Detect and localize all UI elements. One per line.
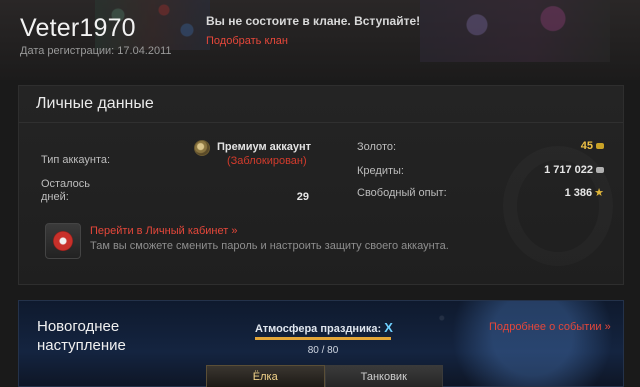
free-xp-label: Свободный опыт: (357, 187, 447, 199)
cabinet-description: Там вы сможете сменить пароль и настроит… (90, 240, 449, 252)
personal-cabinet-link[interactable]: Перейти в Личный кабинет » (90, 225, 237, 237)
progress-count: 80 / 80 (307, 345, 339, 356)
days-left-value: 29 (296, 191, 309, 203)
gold-label: Золото: (357, 141, 397, 153)
profile-header: Veter1970 Дата регистрации: 17.04.2011 В… (0, 0, 640, 80)
free-xp-value-wrap: 1 386 ★ (499, 186, 604, 199)
clan-message: Вы не состоите в клане. Вступайте! (206, 14, 421, 28)
find-clan-link[interactable]: Подобрать клан (206, 35, 288, 47)
atmosphere-level: X (384, 320, 393, 335)
atmosphere-label-wrap: Атмосфера праздника: X (255, 320, 393, 335)
atmosphere-label: Атмосфера праздника: (255, 323, 382, 335)
account-status: (Заблокирован) (227, 155, 307, 167)
account-type-value: Премиум аккаунт (217, 141, 312, 153)
free-xp-value: 1 386 (564, 187, 593, 199)
event-tabs: Ёлка Танковик (206, 365, 443, 387)
tab-elka[interactable]: Ёлка (206, 365, 325, 387)
wargaming-icon[interactable] (45, 223, 81, 259)
gold-value-wrap: 45 (499, 140, 604, 152)
account-type-label: Тип аккаунта: (41, 154, 111, 166)
progress-fill (255, 337, 391, 340)
username: Veter1970 (20, 14, 136, 42)
credits-value-wrap: 1 717 022 (499, 164, 604, 176)
panel-title: Личные данные (36, 95, 154, 112)
tab-tankovik[interactable]: Танковик (324, 365, 443, 387)
days-left-label: Осталось дней: (41, 178, 90, 203)
star-icon: ★ (594, 187, 604, 199)
premium-icon (194, 140, 210, 156)
personal-data-panel: Личные данные Тип аккаунта: Премиум акка… (18, 85, 624, 285)
event-title: Новогоднее наступление (37, 318, 126, 354)
gold-value: 45 (580, 140, 593, 152)
registration-date: Дата регистрации: 17.04.2011 (20, 45, 172, 57)
credits-icon (596, 167, 604, 174)
new-year-event-banner: Новогоднее наступление Атмосфера праздни… (18, 300, 624, 387)
divider (19, 122, 623, 123)
credits-label: Кредиты: (357, 165, 404, 177)
event-details-link[interactable]: Подробнее о событии » (489, 321, 611, 333)
credits-value: 1 717 022 (544, 164, 593, 176)
header-decoration (420, 0, 610, 62)
atmosphere-progress-bar (255, 337, 391, 340)
gold-coin-icon (596, 143, 604, 150)
